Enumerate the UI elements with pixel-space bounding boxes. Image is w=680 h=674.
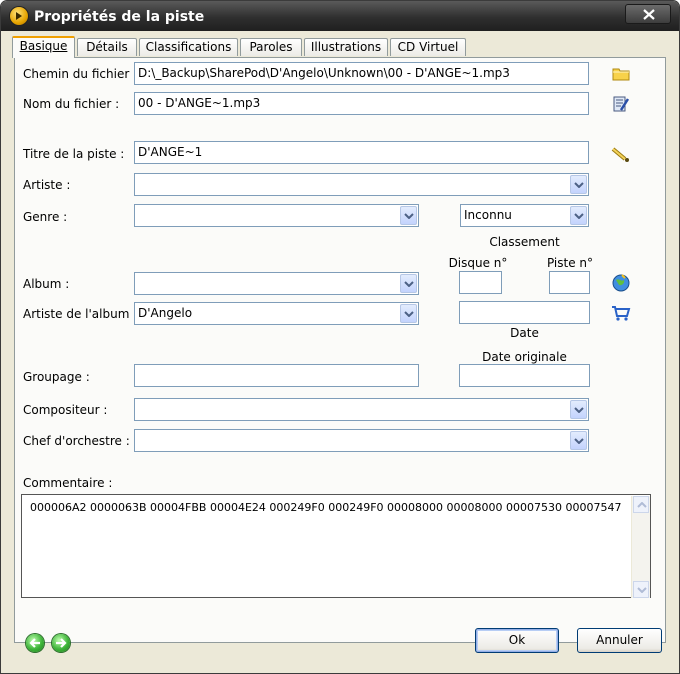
date-label: Date — [510, 326, 539, 340]
original-date-field[interactable] — [459, 364, 590, 387]
date-field[interactable] — [459, 301, 590, 324]
rename-icon[interactable] — [612, 95, 630, 112]
file-name-label: Nom du fichier : — [23, 97, 120, 111]
album-combobox[interactable] — [134, 272, 419, 295]
close-icon — [643, 9, 655, 20]
grouping-field[interactable] — [134, 364, 419, 387]
comment-scrollbar[interactable] — [631, 496, 650, 598]
track-title-field[interactable]: D'ANGE~1 — [134, 141, 589, 164]
chevron-down-icon — [574, 438, 584, 444]
chevron-down-icon — [404, 281, 414, 287]
disc-number-field[interactable] — [459, 271, 502, 294]
album-artist-dropdown-button[interactable] — [400, 304, 417, 323]
title-bar[interactable]: Propriétés de la piste — [1, 1, 679, 31]
disc-number-label: Disque n° — [448, 256, 508, 270]
composer-combobox[interactable] — [134, 398, 589, 421]
next-arrow-icon — [56, 638, 67, 648]
tab-label: Classifications — [145, 40, 232, 54]
album-label: Album : — [23, 277, 70, 291]
chevron-up-icon — [637, 502, 647, 508]
conductor-label: Chef d'orchestre : — [23, 434, 130, 448]
cancel-button[interactable]: Annuler — [577, 628, 662, 653]
grouping-label: Groupage : — [23, 370, 90, 384]
shopping-cart-icon[interactable] — [611, 305, 631, 321]
album-dropdown-button[interactable] — [400, 274, 417, 293]
chevron-down-icon — [574, 182, 584, 188]
folder-icon[interactable] — [612, 66, 630, 82]
tab-details[interactable]: Détails — [77, 38, 137, 56]
scroll-up-button[interactable] — [633, 496, 649, 513]
comment-label: Commentaire : — [23, 476, 113, 490]
app-logo-icon — [10, 7, 28, 25]
next-track-button[interactable] — [52, 634, 70, 652]
tab-label: Basique — [19, 39, 68, 53]
chevron-down-icon — [404, 311, 414, 317]
file-path-label: Chemin du fichier : — [23, 67, 138, 81]
previous-arrow-icon — [29, 638, 40, 648]
tab-paroles[interactable]: Paroles — [240, 38, 302, 56]
composer-label: Compositeur : — [23, 403, 108, 417]
original-date-label: Date originale — [482, 350, 567, 364]
globe-icon[interactable] — [612, 274, 630, 292]
tab-classifications[interactable]: Classifications — [139, 38, 238, 56]
rating-dropdown-button[interactable] — [570, 206, 587, 225]
chevron-down-icon — [404, 213, 414, 219]
rating-select[interactable]: Inconnu — [460, 204, 589, 227]
rating-value: Inconnu — [464, 208, 512, 222]
artist-combobox[interactable] — [134, 173, 589, 196]
tab-label: Illustrations — [310, 40, 382, 54]
genre-dropdown-button[interactable] — [400, 206, 417, 225]
genre-label: Genre : — [23, 210, 68, 224]
close-button[interactable] — [625, 4, 671, 24]
chevron-down-icon — [637, 587, 647, 593]
album-artist-value: D'Angelo — [138, 306, 193, 320]
artist-dropdown-button[interactable] — [570, 175, 587, 194]
track-number-label: Piste n° — [546, 256, 594, 270]
file-path-field[interactable]: D:\_Backup\SharePod\D'Angelo\Unknown\00 … — [134, 62, 589, 85]
previous-track-button[interactable] — [26, 634, 44, 652]
chevron-down-icon — [574, 213, 584, 219]
ok-button[interactable]: Ok — [475, 628, 559, 653]
genre-combobox[interactable] — [134, 204, 419, 227]
window-title: Propriétés de la piste — [34, 9, 205, 25]
comment-value: 000006A2 0000063B 00004FBB 00004E24 0002… — [30, 501, 622, 514]
tab-basique[interactable]: Basique — [12, 36, 75, 58]
artist-label: Artiste : — [23, 178, 71, 192]
tab-illustrations[interactable]: Illustrations — [304, 38, 388, 56]
track-properties-window: Propriétés de la piste Basique Détails C… — [0, 0, 680, 674]
album-artist-label: Artiste de l'album : — [23, 307, 138, 321]
conductor-combobox[interactable] — [134, 429, 589, 452]
track-title-label: Titre de la piste : — [23, 147, 125, 161]
tab-label: CD Virtuel — [397, 40, 459, 54]
conductor-dropdown-button[interactable] — [570, 431, 587, 450]
file-name-field[interactable]: 00 - D'ANGE~1.mp3 — [134, 92, 589, 115]
scroll-down-button[interactable] — [633, 581, 649, 598]
tab-label: Paroles — [249, 40, 293, 54]
track-number-field[interactable] — [549, 271, 590, 294]
tab-label: Détails — [86, 40, 128, 54]
composer-dropdown-button[interactable] — [570, 400, 587, 419]
rating-label: Classement — [489, 235, 560, 249]
tab-cd-virtuel[interactable]: CD Virtuel — [390, 38, 466, 56]
chevron-down-icon — [574, 407, 584, 413]
album-artist-combobox[interactable]: D'Angelo — [134, 302, 419, 325]
comment-textarea[interactable]: 000006A2 0000063B 00004FBB 00004E24 0002… — [21, 494, 651, 598]
magic-wand-icon[interactable] — [611, 145, 629, 162]
